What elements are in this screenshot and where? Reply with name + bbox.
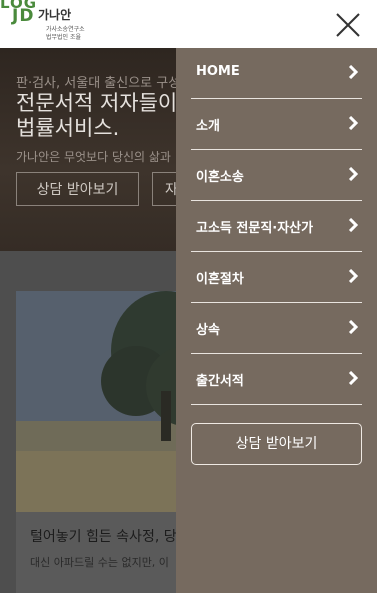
article-card-title: 털어놓기 힘든 속사정, 당 <box>30 529 177 545</box>
menu-item-label: 고소득 전문직·자산가 <box>196 221 314 236</box>
logo[interactable]: LOG JD 가나안 가사소송연구소 법무법인 조율 <box>0 0 100 48</box>
menu-item-label: HOME <box>196 64 240 79</box>
side-menu: HOME 소개 이혼소송 고소득 전문직·자산가 이혼절차 상속 출간서적 상담… <box>176 48 377 593</box>
hero-consult-button[interactable]: 상담 받아보기 <box>16 172 139 206</box>
menu-item-label: 출간서적 <box>196 374 244 389</box>
menu-item-inheritance[interactable]: 상속 <box>191 303 362 354</box>
consult-button[interactable]: 상담 받아보기 <box>191 423 362 465</box>
menu-item-divorce-procedure[interactable]: 이혼절차 <box>191 252 362 303</box>
menu-item-about[interactable]: 소개 <box>191 99 362 150</box>
chevron-right-icon <box>348 269 358 283</box>
menu-item-label: 상속 <box>196 323 220 338</box>
menu-item-label: 소개 <box>196 119 220 134</box>
chevron-right-icon <box>348 218 358 232</box>
chevron-right-icon <box>348 116 358 130</box>
chevron-right-icon <box>348 320 358 334</box>
hero-description: 가나안은 무엇보다 당신의 삶과 <box>16 150 171 164</box>
hero-title: 전문서적 저자들이 법률서비스. <box>16 91 177 141</box>
close-icon[interactable] <box>333 10 363 40</box>
hero-title-line-1: 전문서적 저자들이 <box>16 91 178 115</box>
menu-item-home[interactable]: HOME <box>191 48 362 99</box>
header: LOG JD 가나안 가사소송연구소 법무법인 조율 <box>0 0 377 48</box>
logo-mark-bottom: JD <box>12 6 35 26</box>
logo-name: 가나안 <box>38 8 72 22</box>
hero-title-line-2: 법률서비스. <box>16 116 120 140</box>
menu-item-label: 이혼소송 <box>196 170 244 185</box>
chevron-right-icon <box>348 65 358 79</box>
menu-item-publications[interactable]: 출간서적 <box>191 354 362 405</box>
menu-item-divorce-lawsuit[interactable]: 이혼소송 <box>191 150 362 201</box>
chevron-right-icon <box>348 167 358 181</box>
menu-item-high-income[interactable]: 고소득 전문직·자산가 <box>191 201 362 252</box>
hero-subtitle: 판·검사, 서울대 출신으로 구성 <box>16 76 181 91</box>
chevron-right-icon <box>348 371 358 385</box>
menu-item-label: 이혼절차 <box>196 272 244 287</box>
logo-mark: LOG JD <box>0 0 37 25</box>
article-card-description: 대신 아파드릴 수는 없지만, 이 <box>30 556 169 569</box>
logo-subtitle-2: 법무법인 조율 <box>46 34 82 41</box>
